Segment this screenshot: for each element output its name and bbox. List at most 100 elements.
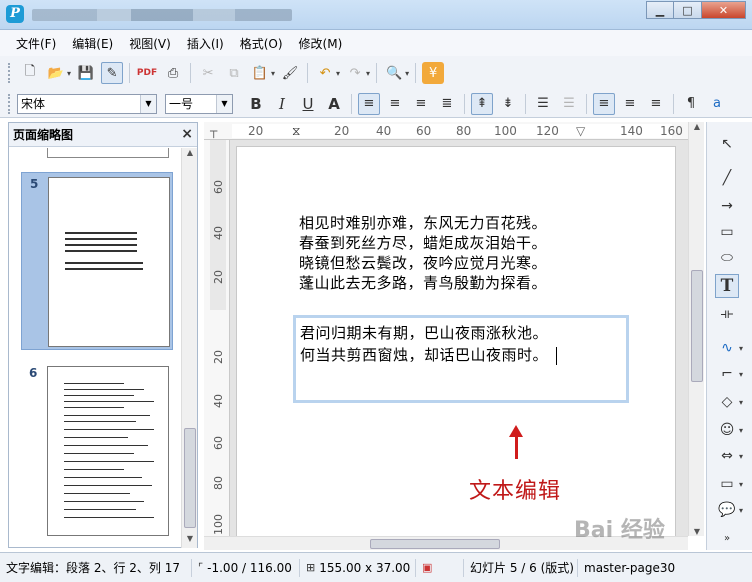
edit-mode-icon[interactable]: ✎ — [101, 62, 124, 84]
close-window-button[interactable]: ✕ — [702, 1, 746, 19]
redo-icon[interactable]: ↷ — [344, 62, 366, 84]
thumbnail-scrollbar[interactable]: ▲ ▼ — [181, 148, 197, 548]
zoom-dropdown-icon[interactable]: ▾ — [405, 69, 409, 78]
curve-dropdown-icon[interactable]: ▾ — [739, 344, 743, 353]
menu-format[interactable]: 格式(O) — [232, 35, 291, 52]
cut-icon[interactable]: ✂ — [197, 62, 219, 84]
print-icon[interactable]: ⎙ — [162, 62, 184, 84]
text-align-top-icon[interactable]: ⇞ — [471, 92, 493, 115]
undo-dropdown-icon[interactable]: ▾ — [336, 69, 340, 78]
slide-page[interactable]: 相见时难别亦难，东风无力百花残。 春蚕到死丝方尽，蜡炬成灰泪始干。 晓镜但愁云鬓… — [236, 146, 676, 536]
arrow-line-tool-icon[interactable]: → — [715, 194, 739, 218]
minimize-button[interactable]: ▁ — [646, 1, 674, 19]
bold-button[interactable]: B — [245, 93, 267, 115]
rectangle-tool-icon[interactable]: ▭ — [715, 220, 739, 244]
block-arrows-dropdown-icon[interactable]: ▾ — [739, 452, 743, 461]
open-folder-icon[interactable]: 📂 — [45, 62, 67, 84]
text-align-middle-icon[interactable]: ⇟ — [497, 93, 519, 115]
character-format-icon[interactable]: a — [706, 93, 728, 115]
paragraph-icon[interactable]: ¶ — [680, 93, 702, 115]
basic-shapes-icon[interactable]: ◇ — [715, 390, 739, 414]
toolbar-grip[interactable] — [8, 63, 11, 83]
font-name-select[interactable]: 宋体 ▼ — [17, 93, 157, 114]
scroll-thumb[interactable] — [370, 539, 500, 549]
callout-icon[interactable]: 💬 — [715, 498, 739, 522]
poem-text-block[interactable]: 相见时难别亦难，东风无力百花残。 春蚕到死丝方尽，蜡炬成灰泪始干。 晓镜但愁云鬓… — [299, 213, 547, 293]
open-dropdown-icon[interactable]: ▾ — [67, 69, 71, 78]
horizontal-ruler[interactable]: ┬ 20 ⧖ 20 40 60 80 100 120 ▽ 140 160 — [204, 122, 688, 140]
font-size-select[interactable]: 一号 ▼ — [165, 93, 233, 114]
line-spacing-single-icon[interactable]: ≡ — [593, 92, 615, 115]
maximize-button[interactable]: □ — [674, 1, 702, 19]
justify-icon[interactable]: ≣ — [436, 93, 458, 115]
indent-marker-icon[interactable]: ⧖ — [292, 124, 300, 139]
zoom-icon[interactable]: 🔍 — [383, 62, 405, 84]
slide-thumbnail-5[interactable] — [48, 177, 170, 347]
text-box-content[interactable]: 君问归期未有期，巴山夜雨涨秋池。 何当共剪西窗烛，却话巴山夜雨时。 — [300, 322, 558, 366]
copy-icon[interactable]: ⧉ — [223, 62, 245, 84]
paste-icon[interactable]: 📋 — [249, 62, 271, 84]
chevron-down-icon[interactable]: ▼ — [216, 94, 232, 113]
more-tools-icon[interactable]: » — [715, 526, 739, 550]
shadow-button[interactable]: A — [323, 93, 345, 115]
line-spacing-double-icon[interactable]: ≡ — [645, 93, 667, 115]
symbol-shapes-icon[interactable]: ☺ — [715, 418, 739, 442]
align-left-icon[interactable]: ≡ — [358, 92, 380, 115]
master-page-status: master-page30 — [584, 560, 676, 575]
menu-modify[interactable]: 修改(M) — [291, 35, 351, 52]
block-arrows-icon[interactable]: ⇔ — [715, 444, 739, 468]
callout-dropdown-icon[interactable]: ▾ — [739, 506, 743, 515]
editing-text-box[interactable]: 君问归期未有期，巴山夜雨涨秋池。 何当共剪西窗烛，却话巴山夜雨时。 — [293, 315, 629, 403]
document-canvas[interactable]: 相见时难别亦难，东风无力百花残。 春蚕到死丝方尽，蜡炬成灰泪始干。 晓镜但愁云鬓… — [230, 140, 688, 536]
scroll-thumb[interactable] — [184, 428, 196, 528]
underline-button[interactable]: U — [297, 93, 319, 115]
line-spacing-half-icon[interactable]: ≡ — [619, 93, 641, 115]
new-document-icon[interactable]: 🗋 — [19, 62, 41, 84]
slide-entry-5[interactable]: 5 — [21, 172, 173, 350]
italic-button[interactable]: I — [271, 93, 293, 115]
undo-icon[interactable]: ↶ — [314, 62, 336, 84]
extension-icon[interactable]: ¥ — [422, 62, 445, 84]
redo-dropdown-icon[interactable]: ▾ — [366, 69, 370, 78]
vertical-text-tool-icon[interactable]: ⟛ — [715, 302, 739, 326]
position-icon: ⌜ — [198, 561, 204, 574]
paste-dropdown-icon[interactable]: ▾ — [271, 69, 275, 78]
shapes-dropdown-icon[interactable]: ▾ — [739, 398, 743, 407]
bullet-list-icon[interactable]: ☰ — [532, 93, 554, 115]
slide-entry-6[interactable]: 6 — [21, 362, 173, 540]
vertical-ruler[interactable]: 60 40 20 20 40 60 80 100 — [204, 140, 230, 536]
slide-thumbnail-6[interactable] — [47, 366, 169, 536]
curve-tool-icon[interactable]: ∿ — [715, 336, 739, 360]
connector-dropdown-icon[interactable]: ▾ — [739, 370, 743, 379]
save-icon[interactable]: 💾 — [75, 62, 97, 84]
menu-insert[interactable]: 插入(I) — [179, 35, 232, 52]
menu-view[interactable]: 视图(V) — [121, 35, 179, 52]
right-indent-marker-icon[interactable]: ▽ — [576, 124, 585, 138]
document-modified-status[interactable]: ▣ — [416, 558, 464, 577]
chevron-down-icon[interactable]: ▼ — [140, 94, 156, 113]
numbered-list-icon[interactable]: ☰ — [558, 93, 580, 115]
symbol-dropdown-icon[interactable]: ▾ — [739, 426, 743, 435]
previous-slide-thumbnail[interactable] — [47, 148, 169, 158]
scroll-down-icon[interactable]: ▼ — [689, 527, 705, 536]
menu-file[interactable]: 文件(F) — [8, 35, 64, 52]
toolbar-grip[interactable] — [8, 93, 11, 114]
select-pointer-icon[interactable]: ↖ — [715, 132, 739, 156]
scroll-thumb[interactable] — [691, 270, 703, 382]
connector-tool-icon[interactable]: ⌐ — [715, 362, 739, 386]
scroll-down-icon[interactable]: ▼ — [182, 534, 198, 548]
align-center-icon[interactable]: ≡ — [384, 93, 406, 115]
line-tool-icon[interactable]: ╱ — [715, 166, 739, 190]
menu-edit[interactable]: 编辑(E) — [64, 35, 121, 52]
flowchart-icon[interactable]: ▭ — [715, 472, 739, 496]
text-tool-icon[interactable]: T — [715, 274, 739, 298]
format-paintbrush-icon[interactable]: 🖌 — [279, 62, 301, 84]
close-pane-button[interactable]: × — [181, 126, 193, 142]
scroll-up-icon[interactable]: ▲ — [689, 122, 705, 131]
ellipse-tool-icon[interactable]: ⬭ — [715, 246, 739, 270]
document-vertical-scrollbar[interactable]: ▲ ▼ — [688, 122, 704, 536]
align-right-icon[interactable]: ≡ — [410, 93, 432, 115]
scroll-up-icon[interactable]: ▲ — [182, 148, 198, 162]
flowchart-dropdown-icon[interactable]: ▾ — [739, 480, 743, 489]
export-pdf-icon[interactable]: PDF — [136, 62, 158, 84]
